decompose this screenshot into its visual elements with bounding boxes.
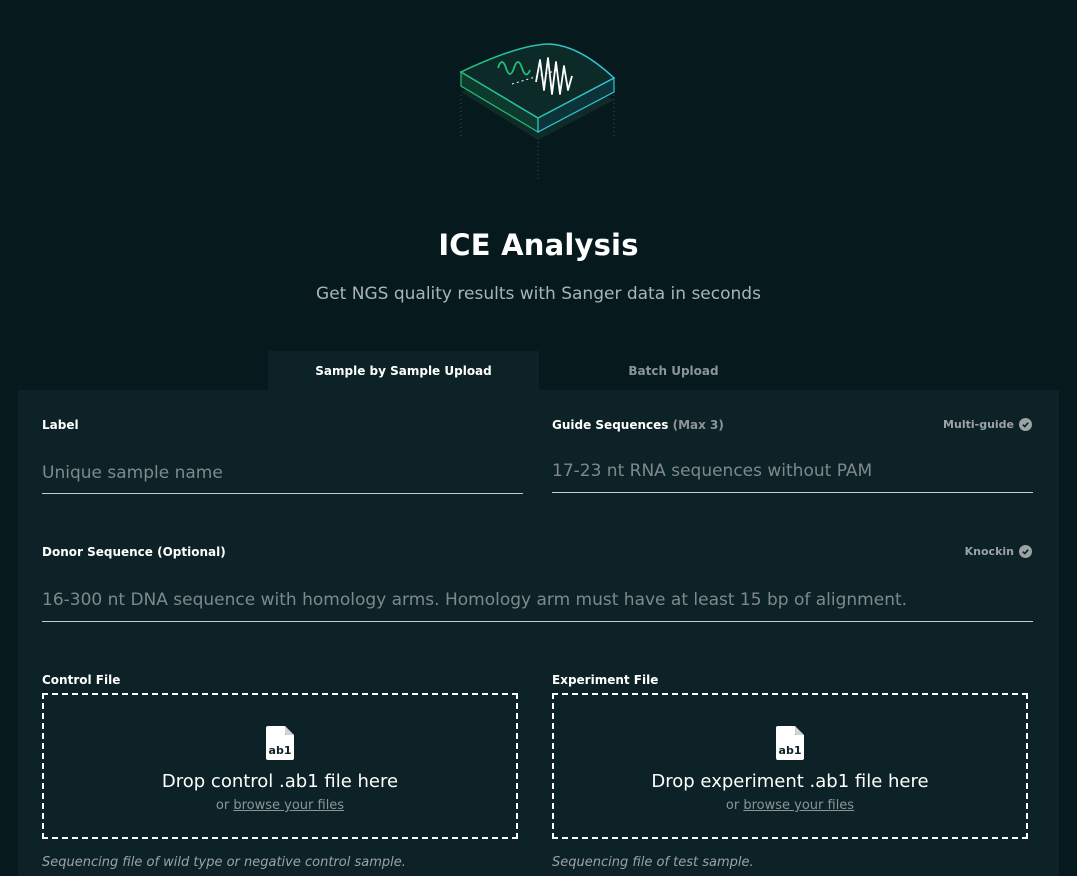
ab1-icon-text: ab1 — [779, 744, 802, 757]
donor-sequence-input[interactable] — [42, 579, 1033, 622]
experiment-file-dropzone[interactable]: ab1 Drop experiment .ab1 file here or br… — [552, 693, 1028, 839]
control-file-dropzone[interactable]: ab1 Drop control .ab1 file here or brows… — [42, 693, 518, 839]
guide-sequences-max-note: (Max 3) — [672, 418, 724, 432]
knockin-badge-label: Knockin — [964, 545, 1014, 558]
experiment-browse-line: or browse your files — [554, 798, 1026, 813]
control-file-help: Sequencing file of wild type or negative… — [42, 855, 406, 870]
tab-batch-upload[interactable]: Batch Upload — [538, 351, 809, 391]
multi-guide-badge-label: Multi-guide — [943, 418, 1014, 431]
ab1-file-icon: ab1 — [776, 726, 804, 760]
experiment-browse-link[interactable]: browse your files — [743, 798, 854, 813]
control-drop-text: Drop control .ab1 file here — [161, 771, 399, 792]
control-browse-line: or browse your files — [44, 798, 516, 813]
hero-illustration — [0, 0, 1077, 200]
experiment-drop-text: Drop experiment .ab1 file here — [651, 771, 929, 792]
ab1-file-icon: ab1 — [266, 726, 294, 760]
donor-sequence-label: Donor Sequence (Optional) — [42, 545, 226, 559]
tab-sample-by-sample-upload[interactable]: Sample by Sample Upload — [268, 351, 539, 391]
control-file-label: Control File — [42, 673, 121, 687]
ab1-icon-text: ab1 — [269, 744, 292, 757]
guide-sequences-input[interactable] — [552, 449, 1033, 493]
sanger-trace-logo-icon — [459, 43, 616, 182]
page-subtitle: Get NGS quality results with Sanger data… — [316, 284, 761, 304]
guide-sequences-label-text: Guide Sequences — [552, 418, 669, 432]
or-text: or — [215, 798, 230, 813]
check-circle-icon — [1019, 545, 1032, 558]
experiment-file-help: Sequencing file of test sample. — [552, 855, 754, 870]
multi-guide-badge[interactable]: Multi-guide — [943, 418, 1032, 431]
page-title: ICE Analysis — [438, 228, 639, 262]
guide-sequences-label: Guide Sequences (Max 3) — [552, 418, 724, 432]
experiment-file-label: Experiment File — [552, 673, 659, 687]
sample-label-input[interactable] — [42, 452, 523, 494]
or-text: or — [725, 798, 740, 813]
control-browse-link[interactable]: browse your files — [233, 798, 344, 813]
check-circle-icon — [1019, 418, 1032, 431]
knockin-badge[interactable]: Knockin — [965, 545, 1032, 558]
label-field-label: Label — [42, 418, 79, 432]
upload-form-panel: Label Guide Sequences (Max 3) Multi-guid… — [18, 390, 1059, 876]
